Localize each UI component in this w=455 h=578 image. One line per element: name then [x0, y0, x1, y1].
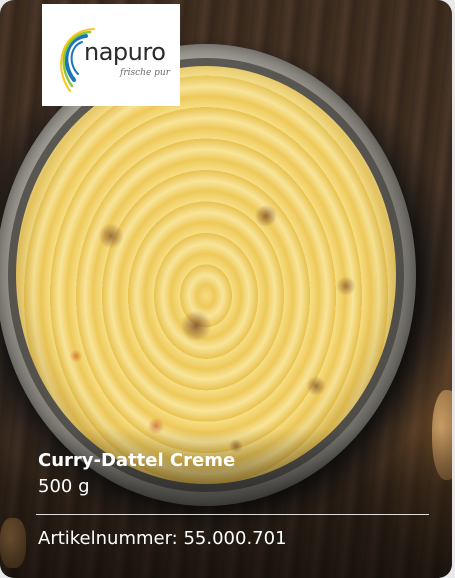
brand-tagline: frische pur: [120, 68, 171, 78]
product-card[interactable]: napuro frische pur Curry-Dattel Creme 50…: [0, 0, 452, 578]
bowl-inner: [8, 58, 404, 492]
brand-logo: napuro frische pur: [42, 4, 180, 106]
brand-name: napuro: [84, 38, 166, 66]
divider: [36, 514, 429, 515]
curry-date-cream: [16, 66, 396, 484]
product-weight: 500 g: [38, 476, 90, 497]
product-name: Curry-Dattel Creme: [38, 450, 236, 471]
article-number: Artikelnummer: 55.000.701: [38, 528, 287, 549]
